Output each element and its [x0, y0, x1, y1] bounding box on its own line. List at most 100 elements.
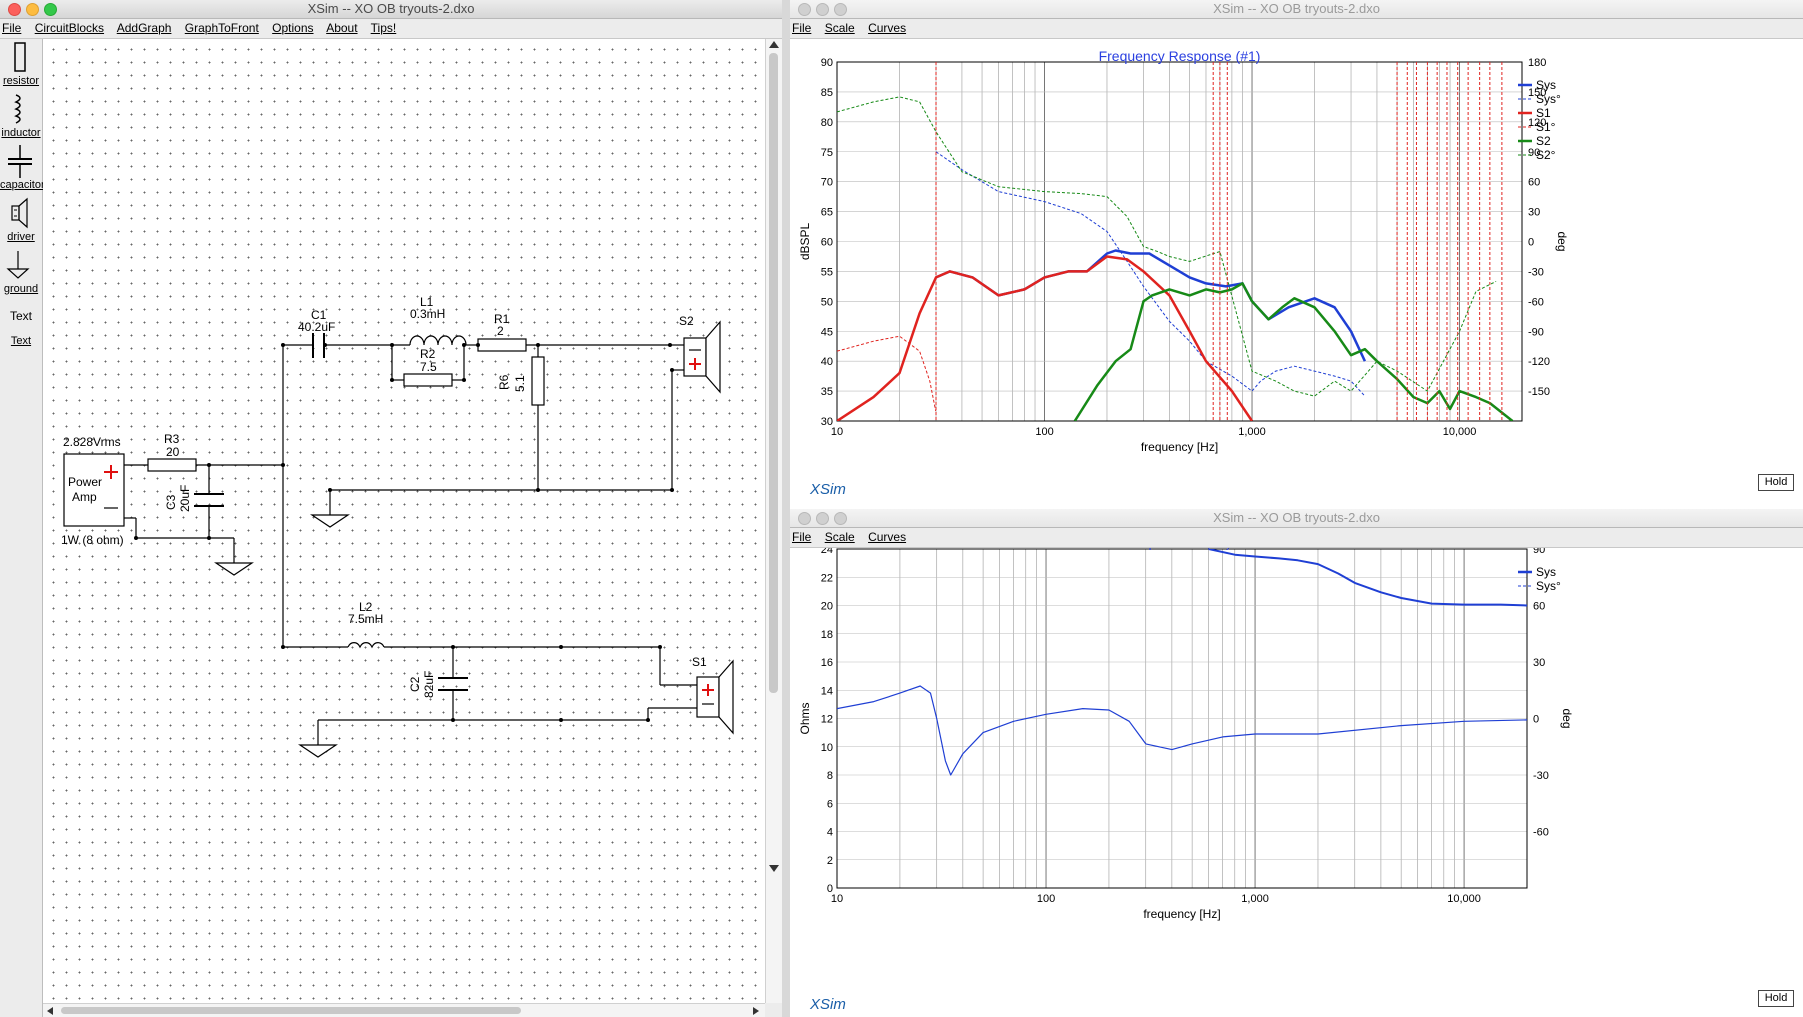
ground-symbol[interactable] — [298, 744, 338, 758]
close-button[interactable] — [8, 3, 21, 16]
inductor-L1[interactable] — [409, 335, 467, 346]
menu-addgraph[interactable]: AddGraph — [117, 21, 172, 35]
tool-resistor[interactable]: resistor — [0, 39, 42, 91]
minimize-button[interactable] — [816, 512, 829, 525]
y-tick-label: 40 — [821, 356, 833, 368]
menu-scale[interactable]: Scale — [825, 530, 855, 544]
schematic-window: XSim -- XO OB tryouts-2.dxo File Circuit… — [0, 0, 782, 1017]
resistor-R6[interactable] — [531, 356, 545, 406]
schematic-canvas[interactable]: 2.828Vrms Power Amp 1W (8 ohm) R3 20 C3 … — [43, 39, 765, 1003]
legend-label[interactable]: Sys° — [1536, 579, 1561, 593]
y2-tick-label: -150 — [1528, 386, 1550, 398]
label-C2-value: 82uF — [422, 671, 436, 698]
inductor-L2[interactable] — [347, 642, 385, 649]
impedance-window: XSim -- XO OB tryouts-2.dxo File Scale C… — [790, 509, 1803, 1017]
tool-label: Text — [10, 335, 32, 347]
window-title: XSim -- XO OB tryouts-2.dxo — [1213, 1, 1380, 16]
close-button[interactable] — [798, 3, 811, 16]
y2-axis-label: deg — [1555, 231, 1569, 251]
legend-label[interactable]: Sys — [1536, 78, 1556, 92]
minimize-button[interactable] — [816, 3, 829, 16]
x-axis-label: frequency [Hz] — [1141, 440, 1218, 454]
frequency-response-window: XSim -- XO OB tryouts-2.dxo File Scale C… — [790, 0, 1803, 507]
tool-ground[interactable]: ground — [0, 247, 42, 299]
chart-title: Frequency Response (#1) — [1099, 48, 1261, 64]
driver-icon — [11, 197, 28, 229]
menu-options[interactable]: Options — [272, 21, 313, 35]
hold-button[interactable]: Hold — [1758, 474, 1794, 491]
imp-window-titlebar[interactable]: XSim -- XO OB tryouts-2.dxo — [790, 509, 1803, 528]
scroll-down-arrow-icon[interactable] — [769, 865, 779, 872]
vertical-scrollbar[interactable] — [765, 39, 782, 1003]
legend-label[interactable]: S2° — [1536, 148, 1556, 162]
y-tick-label: 2 — [827, 855, 833, 867]
label-R3-name: R3 — [164, 432, 180, 446]
x-tick-label: 10,000 — [1443, 426, 1477, 438]
scroll-up-arrow-icon[interactable] — [769, 41, 779, 48]
schematic-window-titlebar[interactable]: XSim -- XO OB tryouts-2.dxo — [0, 0, 782, 19]
menu-tips[interactable]: Tips! — [371, 21, 397, 35]
tool-capacitor[interactable]: capacitor — [0, 143, 45, 195]
label-R3-value: 20 — [166, 445, 180, 459]
close-button[interactable] — [798, 512, 811, 525]
driver-S1[interactable] — [696, 659, 734, 735]
y2-tick-label: -30 — [1528, 266, 1544, 278]
legend-label[interactable]: Sys — [1536, 565, 1556, 579]
tool-text[interactable]: Text Text — [0, 299, 42, 351]
y-tick-label: 80 — [821, 117, 833, 129]
zoom-button[interactable] — [834, 3, 847, 16]
series-line-sys — [837, 685, 1527, 776]
legend-label[interactable]: S1° — [1536, 120, 1556, 134]
legend-label[interactable]: Sys° — [1536, 92, 1561, 106]
impedance-chart[interactable]: 024681012141618202224-60-30030609010 100 1… — [790, 548, 1803, 1017]
resistor-R1[interactable] — [477, 338, 527, 352]
fr-window-titlebar[interactable]: XSim -- XO OB tryouts-2.dxo — [790, 0, 1803, 19]
tool-driver[interactable]: driver — [0, 195, 42, 247]
tool-label: inductor — [1, 127, 41, 139]
scroll-right-arrow-icon[interactable] — [753, 1007, 759, 1015]
zoom-button[interactable] — [834, 512, 847, 525]
label-C3-value: 20uF — [178, 485, 192, 512]
legend-label[interactable]: S1 — [1536, 106, 1551, 120]
y-tick-label: 90 — [821, 57, 833, 69]
resistor-R2[interactable] — [403, 373, 453, 387]
menu-scale[interactable]: Scale — [825, 21, 855, 35]
y-tick-label: 70 — [821, 177, 833, 189]
y2-tick-label: 30 — [1528, 207, 1540, 219]
y-tick-label: 85 — [821, 87, 833, 99]
menu-curves[interactable]: Curves — [868, 530, 906, 544]
y-tick-label: 60 — [821, 237, 833, 249]
menu-circuitblocks[interactable]: CircuitBlocks — [35, 21, 104, 35]
y-axis-label: Ohms — [798, 702, 812, 734]
menu-file[interactable]: File — [792, 530, 811, 544]
ground-symbol[interactable] — [310, 514, 350, 528]
tool-inductor[interactable]: inductor — [0, 91, 42, 143]
y-tick-label: 12 — [821, 714, 833, 726]
horizontal-scrollbar[interactable] — [43, 1003, 765, 1017]
hold-button[interactable]: Hold — [1758, 990, 1794, 1007]
y2-tick-label: 60 — [1528, 177, 1540, 189]
ground-symbol[interactable] — [214, 562, 254, 576]
y2-tick-label: 90 — [1533, 548, 1545, 556]
fr-menubar: File Scale Curves — [790, 19, 1803, 39]
scroll-thumb[interactable] — [769, 53, 778, 693]
menu-graphtofront[interactable]: GraphToFront — [185, 21, 259, 35]
menu-about[interactable]: About — [326, 21, 357, 35]
menu-file[interactable]: File — [2, 21, 21, 35]
zoom-button[interactable] — [44, 3, 57, 16]
main-menubar: File CircuitBlocks AddGraph GraphToFront… — [0, 19, 782, 39]
y-tick-label: 16 — [821, 657, 833, 669]
frequency-response-chart[interactable]: 30 35 40 45 50 55 60 65 70 75 80 85 90 -150 -120 -90 -60… — [790, 39, 1803, 507]
label-S2: S2 — [679, 314, 694, 328]
resistor-icon — [14, 42, 26, 72]
resistor-R3[interactable] — [147, 458, 197, 472]
menu-file[interactable]: File — [792, 21, 811, 35]
menu-curves[interactable]: Curves — [868, 21, 906, 35]
scroll-left-arrow-icon[interactable] — [47, 1007, 53, 1015]
ground-icon — [6, 251, 30, 279]
driver-S2[interactable] — [683, 320, 721, 394]
scroll-thumb[interactable] — [61, 1007, 521, 1014]
legend-label[interactable]: S2 — [1536, 134, 1551, 148]
x-tick-label: 100 — [1035, 426, 1053, 438]
minimize-button[interactable] — [26, 3, 39, 16]
